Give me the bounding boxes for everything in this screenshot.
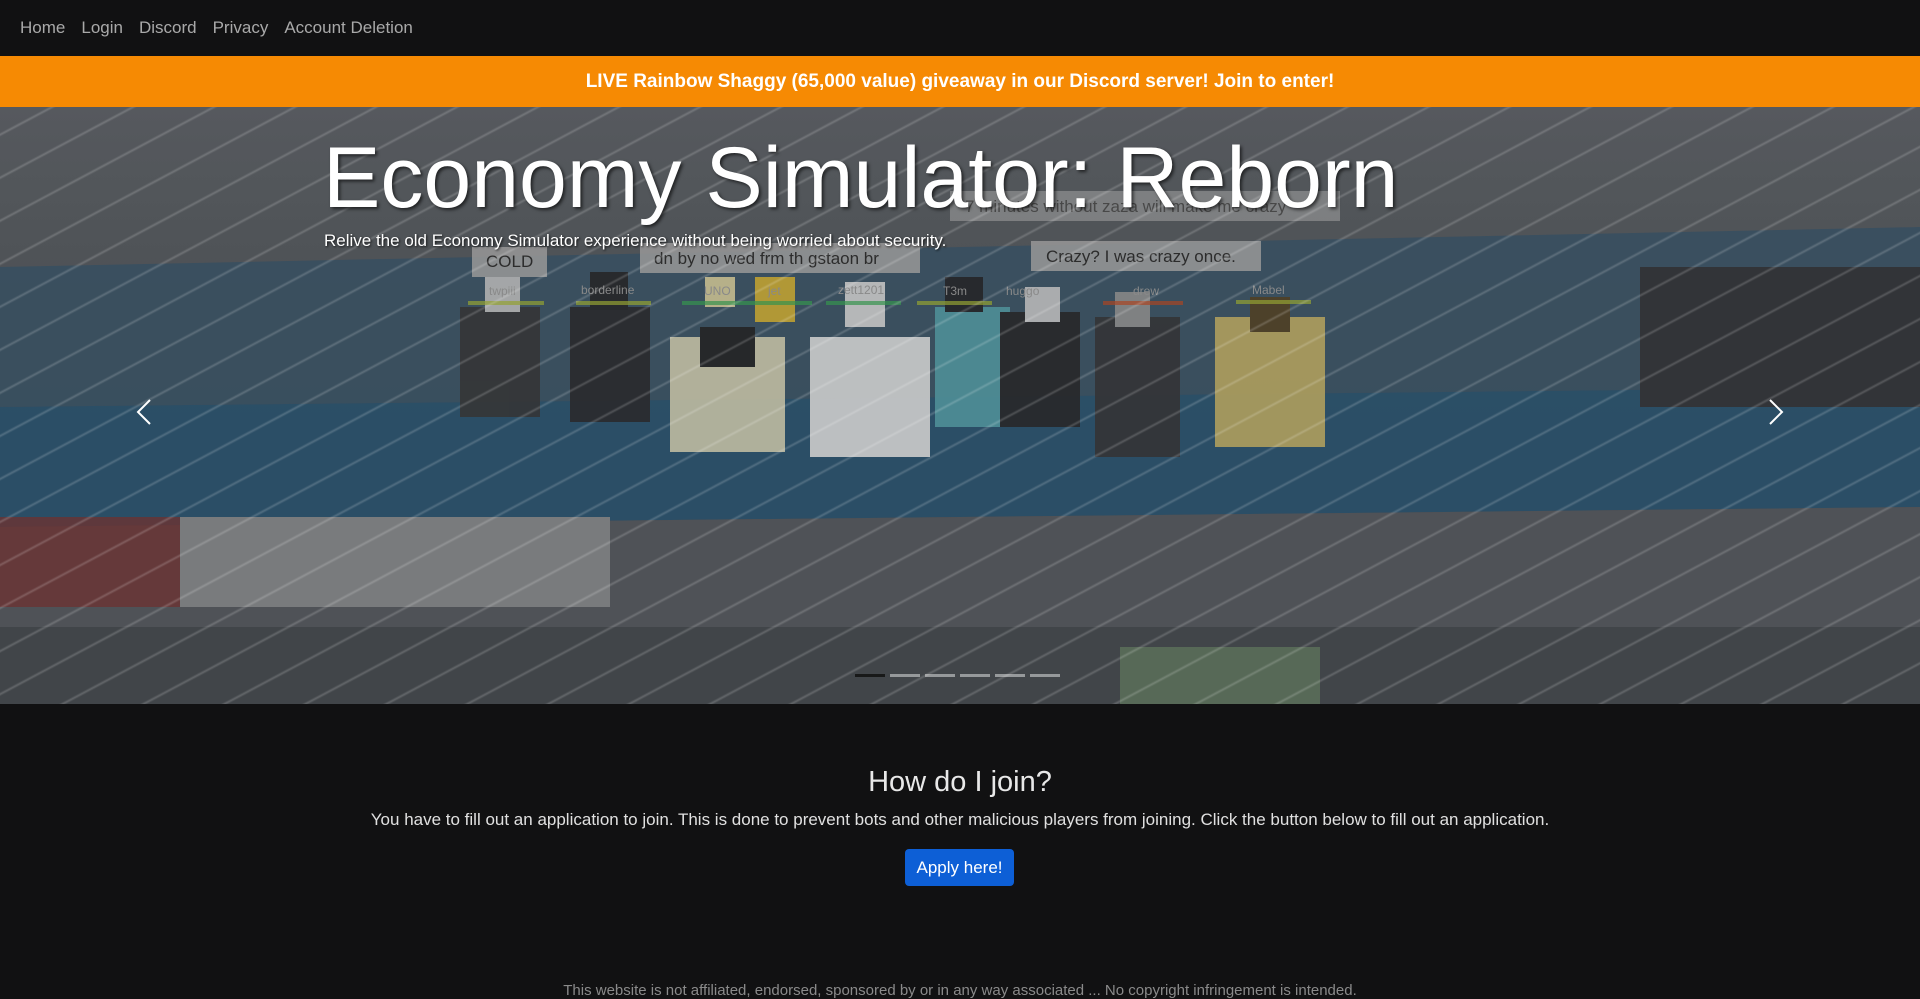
hero-carousel: COLD dn by no wed frm th gstaon br 7 min…	[0, 107, 1920, 704]
banner-text: LIVE Rainbow Shaggy (65,000 value) givea…	[585, 70, 1335, 92]
carousel-prev-button[interactable]	[124, 387, 164, 437]
nav-account-deletion[interactable]: Account Deletion	[284, 18, 413, 38]
join-heading: How do I join?	[868, 766, 1052, 798]
chevron-right-icon	[1769, 399, 1784, 425]
nav-discord[interactable]: Discord	[139, 18, 197, 38]
giveaway-banner[interactable]: LIVE Rainbow Shaggy (65,000 value) givea…	[0, 56, 1920, 107]
nav-privacy[interactable]: Privacy	[213, 18, 269, 38]
top-navbar: Home Login Discord Privacy Account Delet…	[0, 0, 1920, 56]
hero-subtitle: Relive the old Economy Simulator experie…	[324, 231, 947, 250]
carousel-indicator-4[interactable]	[960, 674, 990, 677]
carousel-indicator-1[interactable]	[855, 674, 885, 677]
apply-button[interactable]: Apply here!	[905, 849, 1014, 886]
chevron-left-icon	[136, 399, 151, 425]
hero-title: Economy Simulator: Reborn	[323, 130, 1399, 226]
carousel-indicator-5[interactable]	[995, 674, 1025, 677]
carousel-indicator-3[interactable]	[925, 674, 955, 677]
carousel-indicator-2[interactable]	[890, 674, 920, 677]
carousel-indicators	[855, 674, 1060, 677]
join-description: You have to fill out an application to j…	[370, 810, 1550, 829]
carousel-indicator-6[interactable]	[1030, 674, 1060, 677]
nav-login[interactable]: Login	[81, 18, 123, 38]
footer-disclaimer: This website is not affiliated, endorsed…	[563, 982, 1357, 999]
carousel-next-button[interactable]	[1756, 387, 1796, 437]
nav-home[interactable]: Home	[20, 18, 65, 38]
